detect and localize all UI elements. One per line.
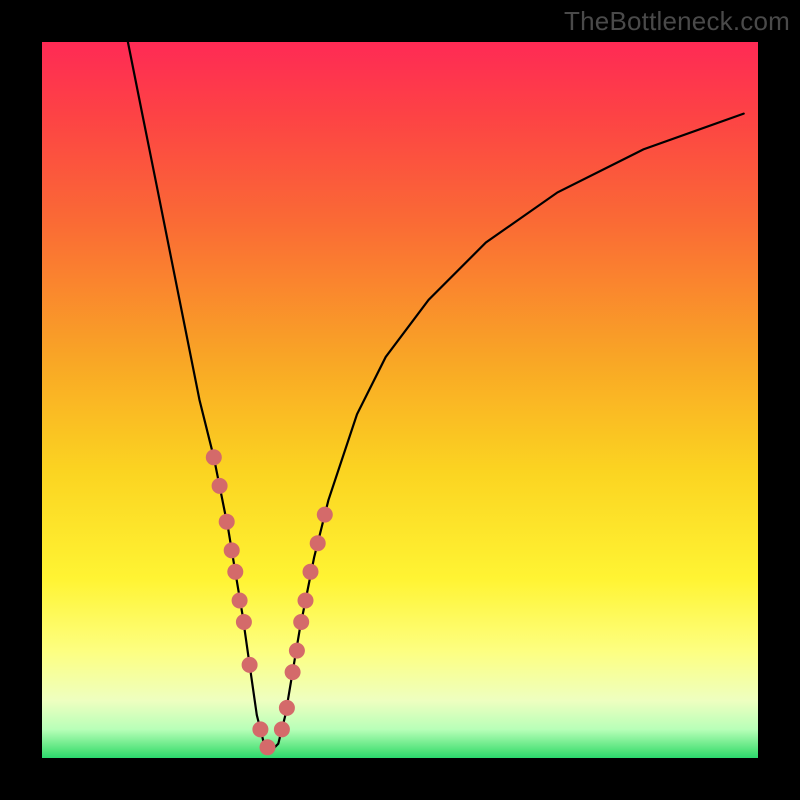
data-marker: [289, 643, 305, 659]
data-marker: [206, 449, 222, 465]
data-marker: [298, 593, 314, 609]
data-marker: [279, 700, 295, 716]
watermark: TheBottleneck.com: [564, 6, 790, 37]
data-marker: [310, 535, 326, 551]
data-marker: [303, 564, 319, 580]
chart-frame: TheBottleneck.com: [0, 0, 800, 800]
data-marker: [293, 614, 309, 630]
plot-area: [42, 42, 758, 758]
bottleneck-curve: [128, 42, 744, 751]
data-marker: [212, 478, 228, 494]
data-marker: [224, 542, 240, 558]
data-marker: [232, 593, 248, 609]
data-marker: [236, 614, 252, 630]
data-marker: [252, 721, 268, 737]
data-marker: [227, 564, 243, 580]
curve-layer: [42, 42, 758, 758]
data-markers: [206, 449, 333, 755]
data-marker: [260, 739, 276, 755]
data-marker: [219, 514, 235, 530]
data-marker: [285, 664, 301, 680]
data-marker: [317, 507, 333, 523]
data-marker: [274, 721, 290, 737]
data-marker: [242, 657, 258, 673]
